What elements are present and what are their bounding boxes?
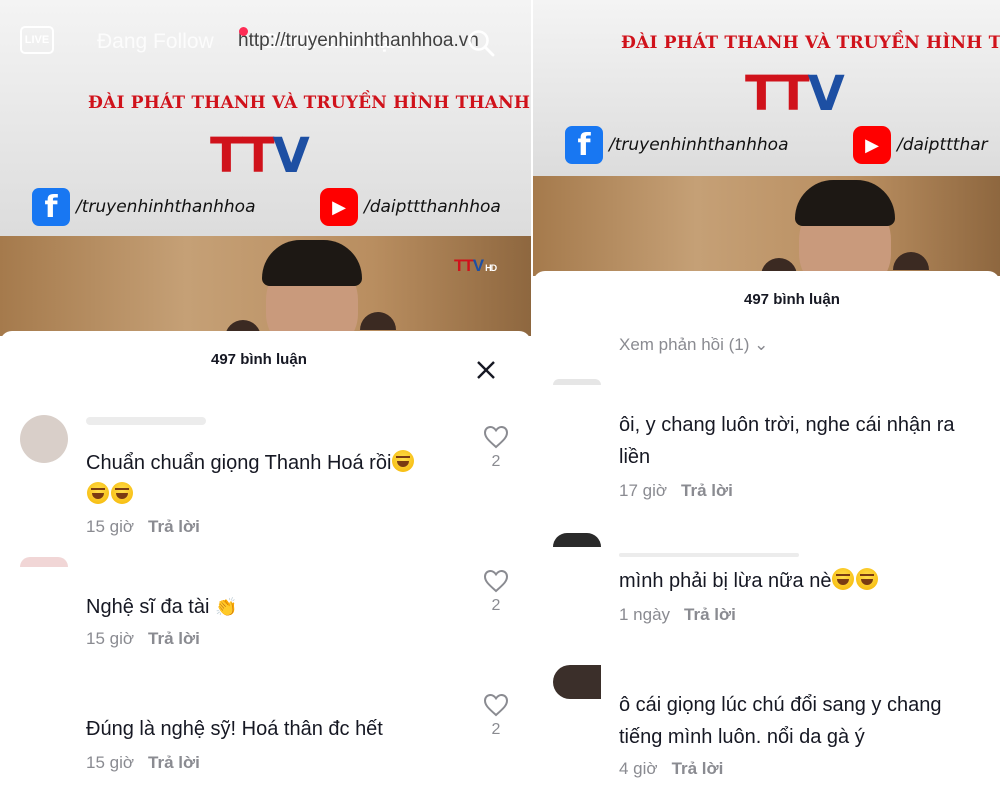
notification-dot bbox=[239, 27, 248, 36]
comment-meta: 4 giờ Trả lời bbox=[619, 759, 724, 778]
like-count: 2 bbox=[491, 597, 501, 614]
comment-text: Chuẩn chuẩn giọng Thanh Hoá rồi bbox=[86, 447, 466, 511]
comment-text: ô cái giọng lúc chú đổi sang y chang tiến… bbox=[619, 694, 942, 748]
ttv-hd-logo: TTV HD bbox=[454, 256, 497, 275]
comment-meta: 15 giờ Trả lời bbox=[86, 629, 200, 648]
like-button[interactable]: 2 bbox=[482, 569, 510, 615]
live-icon[interactable]: LIVE bbox=[20, 26, 54, 54]
tab-following[interactable]: Đang Follow bbox=[97, 30, 214, 54]
url-watermark: http://truyenhinhthanhhoa.vn bbox=[238, 30, 479, 51]
comment-text: ôi, y chang luôn trời, nghe cái nhận ra l… bbox=[619, 414, 955, 468]
facebook-icon: f bbox=[565, 126, 603, 164]
comment-meta: 15 giờ Trả lời bbox=[86, 517, 200, 536]
left-screenshot: ĐÀI PHÁT THANH VÀ TRUYỀN HÌNH THANH HÓA … bbox=[0, 0, 531, 791]
comments-sheet: 497 bình luận Xem phản hồi (1) ⌄ ôi, y c… bbox=[533, 271, 1000, 791]
avatar[interactable] bbox=[553, 665, 601, 699]
laughing-emoji-icon bbox=[832, 568, 855, 590]
facebook-link[interactable]: f /truyenhinhthanhhoa bbox=[565, 126, 789, 164]
comment-text: mình phải bị lừa nữa nè bbox=[619, 565, 999, 597]
clapping-emoji-icon: 👏 bbox=[214, 597, 238, 617]
reply-button[interactable]: Trả lời bbox=[681, 481, 733, 500]
youtube-handle: /daipttthar bbox=[897, 135, 988, 155]
youtube-link[interactable]: ▶ /daipttthar bbox=[853, 126, 988, 164]
avatar[interactable] bbox=[20, 415, 68, 463]
video-frame[interactable]: TTV HD bbox=[0, 236, 531, 336]
comment-count-title: 497 bình luận bbox=[211, 351, 307, 368]
youtube-icon: ▶ bbox=[853, 126, 891, 164]
laughing-emoji-icon bbox=[87, 482, 109, 504]
like-count: 2 bbox=[491, 453, 501, 470]
comment-meta: 15 giờ Trả lời bbox=[86, 753, 200, 772]
station-name: ĐÀI PHÁT THANH VÀ TRUYỀN HÌNH THANH HÓA bbox=[88, 93, 531, 113]
comment-count-title: 497 bình luận bbox=[744, 291, 840, 308]
laughing-emoji-icon bbox=[392, 450, 415, 472]
facebook-handle: /truyenhinhthanhhoa bbox=[76, 197, 256, 217]
youtube-link[interactable]: ▶ /daipttthanhhoa bbox=[320, 188, 501, 226]
laughing-emoji-icon bbox=[111, 482, 133, 504]
like-count: 2 bbox=[491, 721, 501, 738]
view-replies-button[interactable]: Xem phản hồi (1) ⌄ bbox=[619, 335, 768, 355]
chevron-down-icon: ⌄ bbox=[754, 335, 769, 354]
youtube-icon: ▶ bbox=[320, 188, 358, 226]
heart-icon bbox=[483, 425, 509, 449]
station-name: ĐÀI PHÁT THANH VÀ TRUYỀN HÌNH THANH HÓA bbox=[621, 33, 1000, 53]
avatar[interactable] bbox=[553, 533, 601, 547]
reply-button[interactable]: Trả lời bbox=[148, 517, 200, 536]
laughing-emoji-icon bbox=[856, 568, 879, 590]
youtube-handle: /daipttthanhhoa bbox=[364, 197, 501, 217]
reply-button[interactable]: Trả lời bbox=[148, 753, 200, 772]
avatar[interactable] bbox=[553, 379, 601, 385]
video-frame[interactable] bbox=[533, 176, 1000, 276]
avatar[interactable] bbox=[20, 557, 68, 567]
comment-meta: 17 giờ Trả lời bbox=[619, 481, 733, 500]
station-banner: ĐÀI PHÁT THANH VÀ TRUYỀN HÌNH THANH HÓA … bbox=[533, 0, 1000, 176]
like-button[interactable]: 2 bbox=[482, 425, 510, 471]
username[interactable] bbox=[619, 553, 799, 557]
heart-icon bbox=[483, 693, 509, 717]
like-button[interactable]: 2 bbox=[482, 693, 510, 739]
chair-right bbox=[893, 252, 929, 270]
comments-sheet: 497 bình luận Chuẩn chuẩn giọng Thanh Ho… bbox=[0, 331, 531, 791]
ttv-logo: TTV bbox=[210, 128, 310, 184]
close-icon[interactable] bbox=[472, 356, 500, 384]
facebook-link[interactable]: f /truyenhinhthanhhoa bbox=[32, 188, 256, 226]
comment-meta: 1 ngày Trả lời bbox=[619, 605, 736, 624]
username[interactable] bbox=[86, 417, 206, 425]
comment-text: Đúng là nghệ sỹ! Hoá thân đc hết bbox=[86, 718, 383, 740]
right-screenshot: ĐÀI PHÁT THANH VÀ TRUYỀN HÌNH THANH HÓA … bbox=[533, 0, 1000, 791]
reply-button[interactable]: Trả lời bbox=[148, 629, 200, 648]
facebook-icon: f bbox=[32, 188, 70, 226]
ttv-logo: TTV bbox=[745, 66, 845, 122]
reply-button[interactable]: Trả lời bbox=[684, 605, 736, 624]
search-icon[interactable] bbox=[466, 28, 496, 58]
facebook-handle: /truyenhinhthanhhoa bbox=[609, 135, 789, 155]
comment-text: Nghệ sĩ đa tài 👏 bbox=[86, 591, 466, 623]
reply-button[interactable]: Trả lời bbox=[672, 759, 724, 778]
heart-icon bbox=[483, 569, 509, 593]
chair-right bbox=[360, 312, 396, 330]
